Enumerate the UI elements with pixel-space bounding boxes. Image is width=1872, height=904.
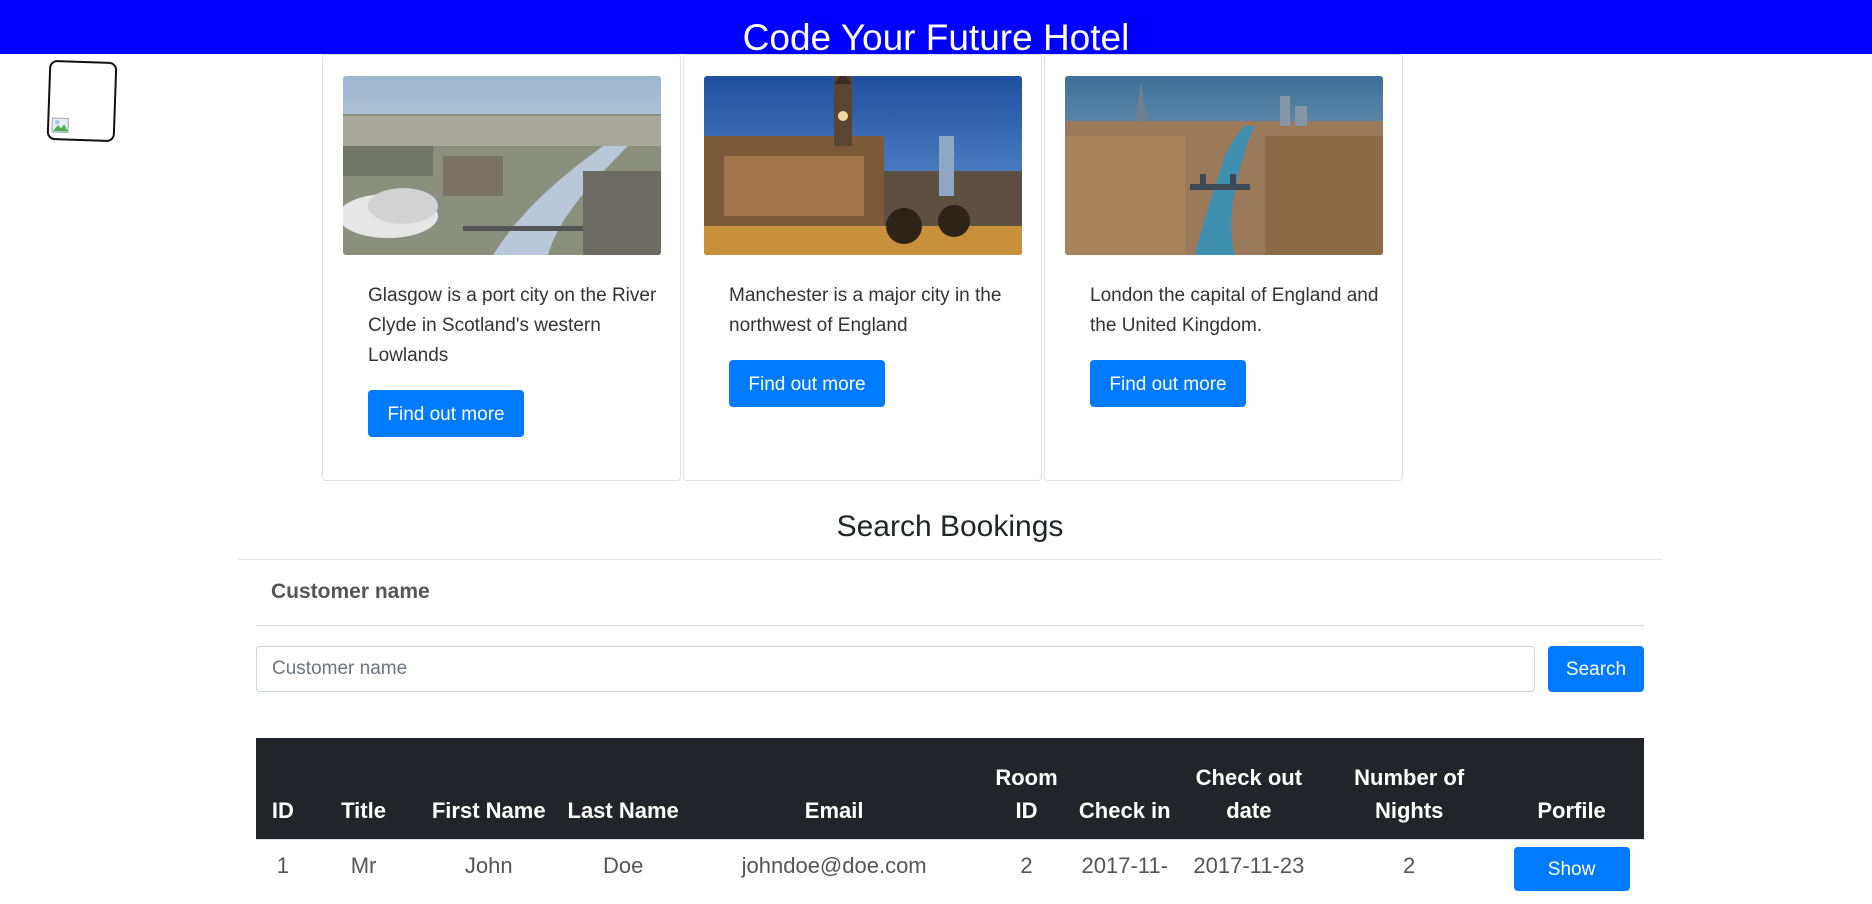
column-header: First Name [417, 738, 561, 839]
column-header: Check out date [1178, 738, 1320, 839]
table-row: 1 Mr John Doe johndoe@doe.com 2 2017-11-… [256, 838, 1644, 904]
broken-image-icon [51, 117, 69, 134]
column-header: Check in [1070, 738, 1179, 839]
table-header-row: ID Title First Name Last Name Email Room… [256, 738, 1644, 839]
column-header: Title [309, 738, 418, 839]
cell-check-out: 2017-11-23 [1178, 838, 1320, 904]
app-header: Code Your Future Hotel [0, 0, 1872, 54]
card-description: Glasgow is a port city on the River Clyd… [368, 285, 657, 366]
cell-check-in: 2017-11- [1070, 838, 1179, 904]
card-glasgow: Glasgow is a port city on the River Clyd… [322, 54, 681, 481]
customer-name-label: Customer name [271, 580, 430, 603]
customer-name-input[interactable] [256, 646, 1535, 692]
find-out-more-button[interactable]: Find out more [729, 360, 885, 407]
glasgow-image [343, 76, 661, 255]
cell-title: Mr [309, 838, 418, 904]
column-header: Email [686, 738, 983, 839]
card-manchester: Manchester is a major city in the northw… [683, 54, 1042, 481]
cell-room-id: 2 [982, 838, 1071, 904]
hotel-logo[interactable] [46, 59, 118, 143]
card-description: Manchester is a major city in the northw… [729, 285, 1002, 336]
cell-id: 1 [256, 838, 310, 904]
manchester-image [704, 76, 1022, 255]
column-header: ID [256, 738, 310, 839]
cell-last-name: Doe [560, 838, 687, 904]
find-out-more-button[interactable]: Find out more [368, 390, 524, 437]
find-out-more-button[interactable]: Find out more [1090, 360, 1246, 407]
divider [256, 625, 1644, 626]
cell-email: johndoe@doe.com [686, 838, 983, 904]
column-header: Last Name [560, 738, 687, 839]
cell-profile: Show [1499, 838, 1644, 904]
cell-first-name: John [417, 838, 561, 904]
divider [238, 559, 1662, 560]
search-button[interactable]: Search [1548, 646, 1644, 692]
show-profile-button[interactable]: Show [1513, 846, 1630, 891]
column-header: Number of Nights [1319, 738, 1500, 839]
column-header: Room ID [982, 738, 1071, 839]
card-description: London the capital of England and the Un… [1090, 285, 1379, 336]
cell-nights: 2 [1319, 838, 1500, 904]
london-image [1065, 76, 1383, 255]
search-bookings-title: Search Bookings [836, 510, 1064, 543]
bookings-table: ID Title First Name Last Name Email Room… [256, 738, 1644, 904]
column-header: Porfile [1499, 738, 1644, 839]
header-title: Code Your Future Hotel [742, 17, 1130, 54]
card-london: London the capital of England and the Un… [1044, 54, 1403, 481]
